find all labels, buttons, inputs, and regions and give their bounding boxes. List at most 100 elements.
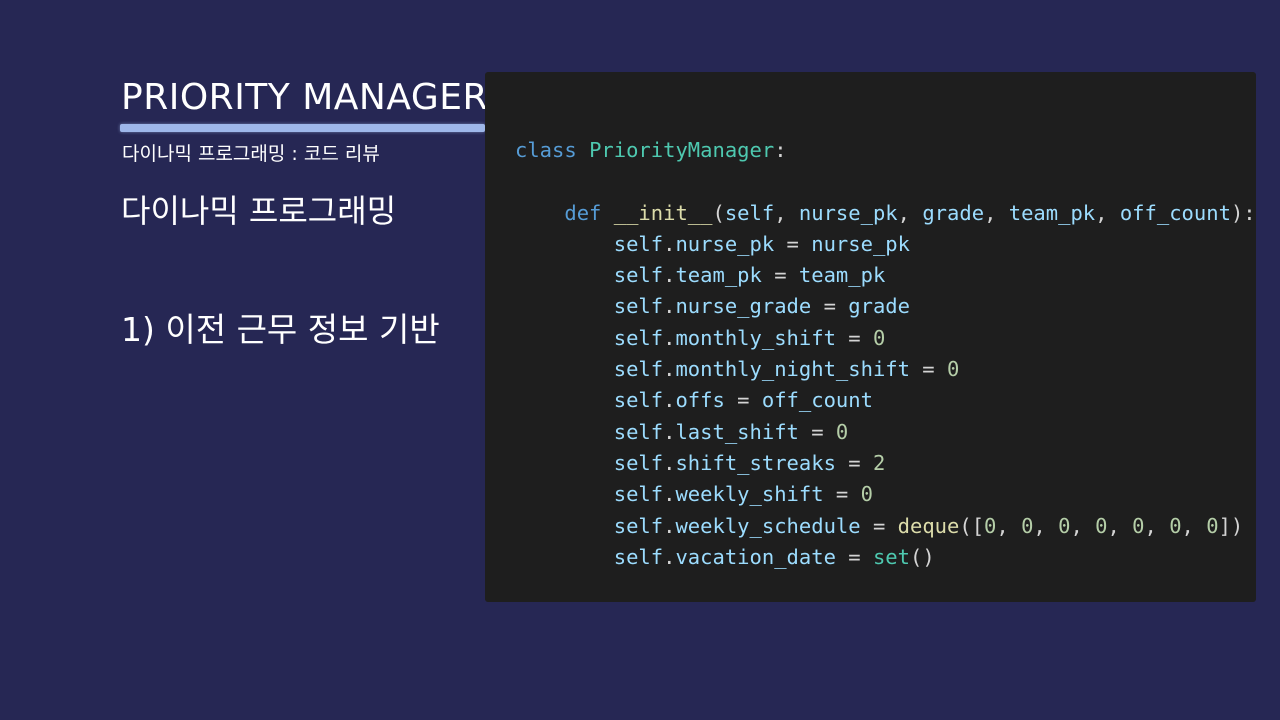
code-token-punc: = [724,388,762,413]
slide-subtitle: 다이나믹 프로그래밍 : 코드 리뷰 [122,143,380,165]
code-token-punc [515,294,614,318]
code-token-var: team_pk [798,263,886,288]
code-token-num: 2 [872,450,886,475]
code-token-punc: . [663,544,676,569]
code-token-var: weekly_schedule [675,513,861,538]
code-token-punc: : [774,138,787,162]
code-token-punc: . [663,419,676,444]
code-token-num: 0 [947,357,960,382]
code-token-var: team_pk [675,263,762,288]
code-token-punc [515,451,614,475]
code-token-num: 0 [860,482,873,507]
code-token-num: 0 [1021,513,1034,538]
code-token-func: __init__ [613,200,713,225]
code-token-num: 0 [835,419,849,444]
code-token-punc: , [1181,513,1207,538]
code-token-num: 0 [1206,513,1219,538]
slide-title: PRIORITY MANAGER [121,77,488,118]
code-token-punc [515,514,614,538]
code-token-var: shift_streaks [675,450,836,475]
code-token-var: self [613,231,664,256]
code-token-punc [515,388,614,412]
code-token-var: off_count [761,388,873,413]
code-panel: class PriorityManager: def __init__(self… [485,72,1256,602]
code-line: self.vacation_date = set() [515,542,1256,573]
code-token-punc: = [835,544,873,569]
code-token-punc: , [1033,513,1059,538]
code-token-num: 0 [872,325,886,350]
code-token-punc: . [663,513,676,538]
code-token-punc [601,201,613,225]
code-token-punc [515,545,614,569]
code-token-punc: . [663,231,676,256]
code-token-var: self [613,482,664,507]
code-token-punc [515,263,614,287]
code-token-punc: = [774,231,812,256]
title-underline [120,124,485,132]
code-token-punc [515,357,614,381]
code-line: self.team_pk = team_pk [515,260,1256,291]
code-token-punc: . [663,294,676,319]
code-token-punc: ([ [959,513,985,538]
code-token-punc: = [811,294,849,319]
code-token-punc: = [761,263,799,288]
code-block: class PriorityManager: def __init__(self… [515,135,1256,573]
code-token-var: self [613,357,664,382]
code-token-punc [577,138,589,162]
code-token-punc: , [1070,513,1096,538]
code-token-var: off_count [1119,200,1231,225]
section-heading: 다이나믹 프로그래밍 [121,192,397,230]
code-token-punc: , [1107,513,1133,538]
code-line: self.offs = off_count [515,385,1256,416]
code-token-var: offs [675,388,725,413]
code-token-func: deque [897,513,960,538]
code-token-var: weekly_shift [675,482,824,507]
code-token-var: grade [922,200,985,225]
code-token-num: 0 [1132,513,1145,538]
code-token-keyword: def [564,200,602,225]
code-token-var: self [613,263,664,288]
code-line: self.monthly_shift = 0 [515,323,1256,354]
code-token-var: self [613,544,664,569]
code-token-var: monthly_shift [675,325,836,350]
code-token-var: self [724,200,775,225]
code-token-punc: () [909,544,935,569]
code-token-punc: ): [1230,200,1256,225]
code-token-punc: ( [712,200,725,225]
code-token-punc: = [798,419,836,444]
code-token-punc: . [663,263,676,288]
code-token-class: set [872,544,910,569]
code-line: self.last_shift = 0 [515,417,1256,448]
code-token-punc: , [1095,200,1120,225]
code-token-var: self [613,294,664,319]
code-line: self.weekly_shift = 0 [515,479,1256,510]
code-line: def __init__(self, nurse_pk, grade, team… [515,198,1256,229]
code-token-punc: , [996,513,1022,538]
code-line: self.nurse_pk = nurse_pk [515,229,1256,260]
code-token-var: self [613,325,664,350]
code-token-punc [515,201,564,225]
code-token-punc: . [663,357,676,382]
code-token-punc: ]) [1218,513,1244,538]
code-line: self.monthly_night_shift = 0 [515,354,1256,385]
code-token-punc [515,482,614,506]
code-token-punc [515,326,614,350]
code-token-var: vacation_date [675,544,836,569]
code-token-punc: , [984,200,1009,225]
code-token-punc: . [663,450,676,475]
code-token-var: nurse_grade [675,294,812,319]
code-token-keyword: class [515,138,577,162]
code-token-punc: = [909,357,947,382]
code-token-punc: = [835,325,873,350]
code-token-punc: , [774,200,799,225]
code-token-var: last_shift [675,419,799,444]
bullet-point: 1) 이전 근무 정보 기반 [121,310,440,349]
code-token-var: self [613,450,664,475]
code-token-punc: . [663,482,676,507]
code-token-punc: = [835,450,873,475]
code-line: self.nurse_grade = grade [515,291,1256,322]
code-token-var: grade [848,294,910,319]
code-token-punc: , [1144,513,1170,538]
code-token-var: self [613,388,664,413]
code-token-punc [515,420,614,444]
